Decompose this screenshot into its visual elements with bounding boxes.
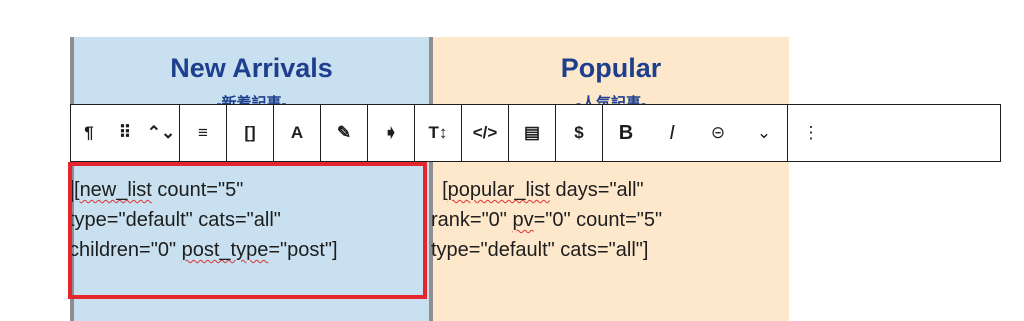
shortcode-text: days="all" [549,179,644,201]
text-size-group: T↕ [415,105,462,161]
shortcode-text: popular_list [447,179,550,201]
font-group: A [274,105,321,161]
popular-subheading: -人気記事- [576,95,646,104]
move-up-down-icon[interactable]: ⌃⌄ [143,105,179,161]
more-options-icon[interactable]: ⋮ [788,105,834,161]
popular-list-shortcode[interactable]: [popular_list days="all" rank="0" pv="0"… [431,175,662,265]
document-icon[interactable]: ▤ [509,105,555,161]
code-icon[interactable]: </> [462,105,508,161]
shortcode-text: type="default" cats="all"] [431,239,649,261]
new-arrivals-heading: New Arrivals [170,53,333,83]
align-icon[interactable]: ≡ [180,105,226,161]
highlight-box [68,162,427,299]
shortcode-text: [ [431,179,448,201]
bold-icon[interactable]: B [603,105,649,161]
tag-icon[interactable]: ➧ [368,105,414,161]
shortcode-text: pv [512,209,534,231]
popular-heading: Popular [560,53,662,83]
chevron-down-icon[interactable]: ⌄ [741,105,787,161]
tag-group: ➧ [368,105,415,161]
shortcode-text: ="0" count="5" [533,209,663,231]
block-controls-group: ¶ ⠿ ⌃⌄ [71,105,180,161]
brackets-icon[interactable]: [] [227,105,273,161]
align-group: ≡ [180,105,227,161]
shortcode-text: rank="0" [431,209,513,231]
highlighter-group: ✎ [321,105,368,161]
italic-icon[interactable]: I [649,105,695,161]
highlighter-icon[interactable]: ✎ [321,105,367,161]
text-size-icon[interactable]: T↕ [415,105,461,161]
link-icon[interactable]: ⊝ [695,105,741,161]
dollar-group: $ [556,105,603,161]
font-icon[interactable]: A [274,105,320,161]
code-group: </> [462,105,509,161]
paragraph-icon[interactable]: ¶ [71,105,107,161]
block-toolbar: ¶ ⠿ ⌃⌄ ≡ [] A ✎ ➧ T↕ </> ▤ $ B I ⊝ ⌄ ⋮ [70,104,1001,162]
new-arrivals-subheading: -新着記事- [216,95,287,104]
formatting-group: B I ⊝ ⌄ [603,105,788,161]
more-group: ⋮ [788,105,834,161]
brackets-group: [] [227,105,274,161]
dollar-icon[interactable]: $ [556,105,602,161]
document-group: ▤ [509,105,556,161]
drag-handle-icon[interactable]: ⠿ [107,105,143,161]
